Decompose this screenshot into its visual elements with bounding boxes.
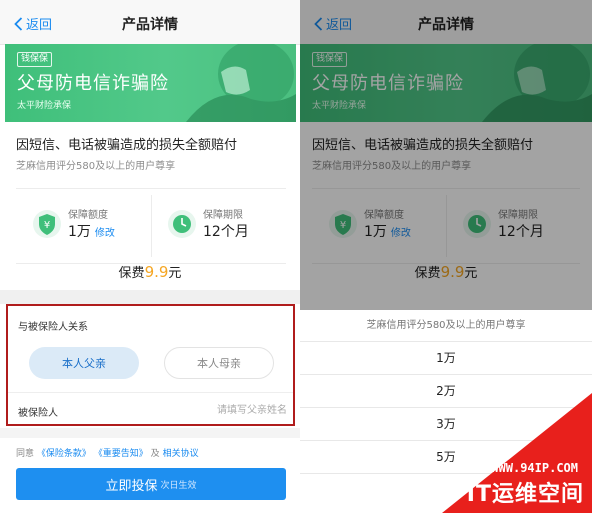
buy-now-label: 立即投保 xyxy=(105,478,158,494)
product-detail-screen: 返回 产品详情 钱保保 父母防电信诈骗险 太平财险承保 因短信、电话被骗造成的损… xyxy=(0,0,300,513)
buy-now-button[interactable]: 立即投保 次日生效 xyxy=(16,468,286,500)
section-gap xyxy=(0,290,300,304)
relation-label: 与被保险人关系 xyxy=(18,322,88,333)
coverage-period-label: 保障期限 xyxy=(203,210,243,221)
terms-link[interactable]: 《保险条款》 xyxy=(37,449,91,459)
agreement-line: 同意 《保险条款》 《重要告知》 及 相关协议 xyxy=(16,446,199,459)
amount-picker-screen: 返回 产品详情 钱保保 父母防电信诈骗险 太平财险承保 因短信、电话被骗造成的损… xyxy=(300,0,592,513)
picker-header: 芝麻信用评分580及以上的用户尊享 xyxy=(300,310,592,342)
coverage-amount: ¥ 保障额度 1万 修改 xyxy=(16,189,151,265)
related-agreement-link[interactable]: 相关协议 xyxy=(163,449,199,459)
notice-link[interactable]: 《重要告知》 xyxy=(94,449,148,459)
insured-label: 被保险人 xyxy=(18,408,58,419)
product-title: 父母防电信诈骗险 xyxy=(17,73,169,94)
fee-label: 保费 xyxy=(118,266,145,281)
coverage-amount-text: 1万 xyxy=(68,224,91,240)
chevron-left-icon xyxy=(14,16,23,31)
picker-option-1w[interactable]: 1万 xyxy=(300,342,592,375)
relation-section: 与被保险人关系 本人父亲 本人母亲 被保险人 xyxy=(6,304,295,426)
agreement-and: 及 xyxy=(150,449,160,459)
premium-fee: 保费9.9元 xyxy=(0,262,300,281)
product-headline: 因短信、电话被骗造成的损失全额赔付 xyxy=(16,138,238,153)
brand-tag: 钱保保 xyxy=(17,52,53,67)
relation-divider xyxy=(8,392,293,393)
watermark-url: WWW.94IP.COM xyxy=(491,461,578,475)
fee-amount: 9.9 xyxy=(144,263,169,281)
section-gap-2 xyxy=(0,428,300,438)
agreement-prefix: 同意 xyxy=(16,449,35,459)
svg-text:¥: ¥ xyxy=(44,220,50,231)
product-subline: 芝麻信用评分580及以上的用户尊享 xyxy=(16,161,176,172)
relation-option-mother[interactable]: 本人母亲 xyxy=(164,347,274,379)
coverage-amount-value: 1万 修改 xyxy=(68,221,115,241)
coverage-period: 保障期限 12个月 xyxy=(151,189,286,265)
fee-unit: 元 xyxy=(168,266,182,281)
coverage-panel: ¥ 保障额度 1万 修改 保障期限 12个月 xyxy=(16,188,286,264)
effective-hint: 次日生效 xyxy=(160,480,197,491)
shield-yen-icon: ¥ xyxy=(33,210,61,238)
nav-bar: 返回 产品详情 xyxy=(0,0,300,45)
coverage-period-value: 12个月 xyxy=(203,224,249,240)
back-button[interactable]: 返回 xyxy=(14,14,52,33)
product-banner: 钱保保 父母防电信诈骗险 太平财险承保 xyxy=(5,44,296,122)
back-label: 返回 xyxy=(26,18,53,33)
relation-option-father[interactable]: 本人父亲 xyxy=(29,347,139,379)
coverage-amount-label: 保障额度 xyxy=(68,210,108,221)
insured-name-input[interactable] xyxy=(177,401,287,419)
underwriter-text: 太平财险承保 xyxy=(17,101,72,111)
edit-amount-link[interactable]: 修改 xyxy=(95,228,115,239)
watermark-name: IT运维空间 xyxy=(466,482,584,507)
clock-icon xyxy=(168,210,196,238)
modal-overlay[interactable] xyxy=(300,0,592,310)
